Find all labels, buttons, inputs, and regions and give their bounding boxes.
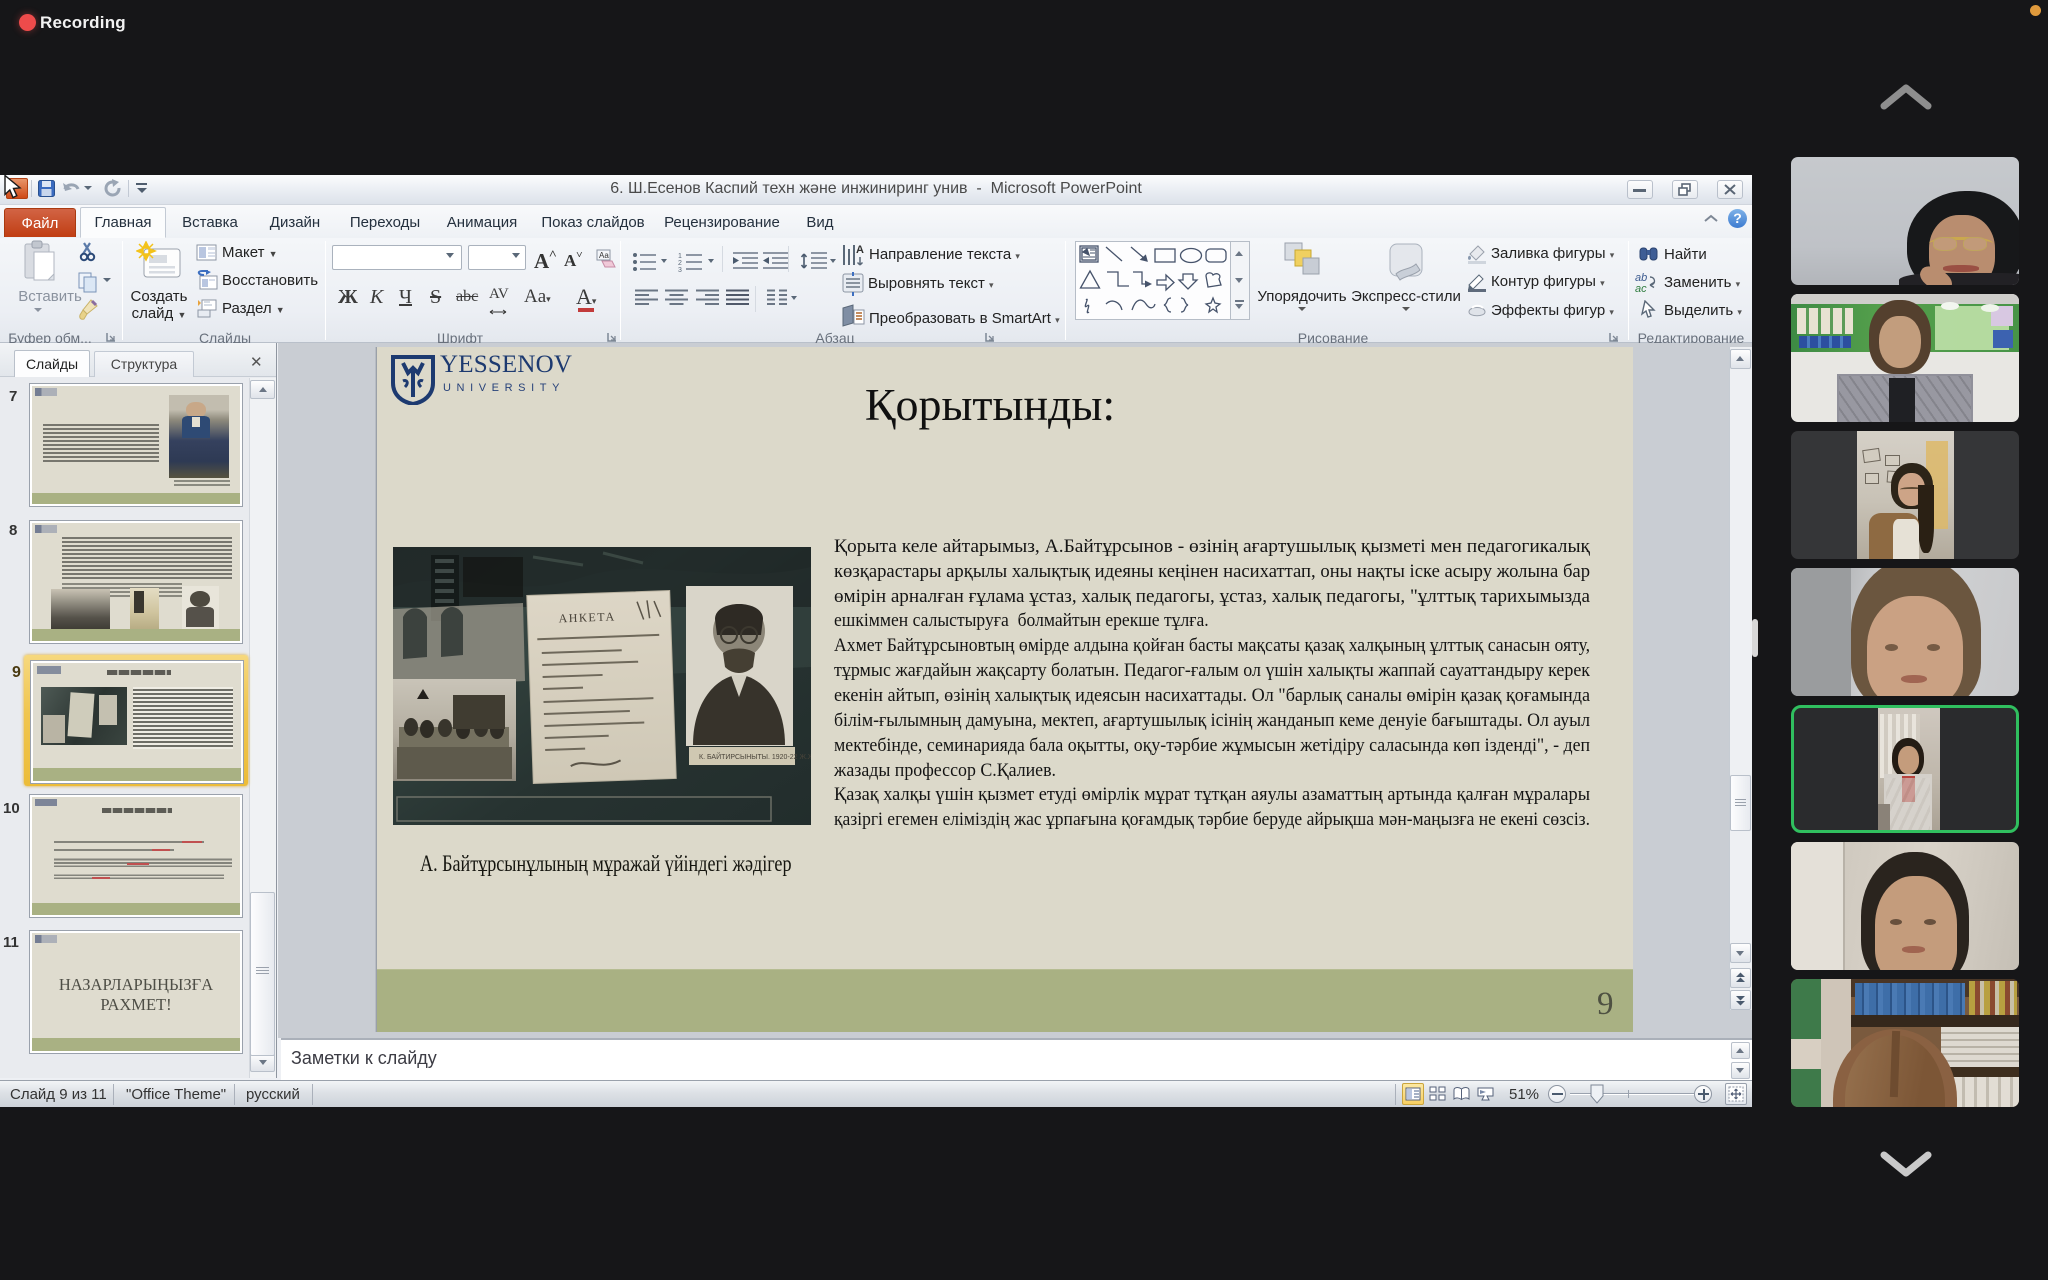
svg-text:2: 2	[678, 260, 682, 267]
svg-text:АНКЕТА: АНКЕТА	[558, 609, 616, 625]
svg-text:К. БАЙТИРСЫНЫТЫ. 1920-22 Ж.Ж.: К. БАЙТИРСЫНЫТЫ. 1920-22 Ж.Ж.	[699, 752, 811, 761]
svg-text:1: 1	[678, 253, 682, 260]
svg-text:Аа: Аа	[599, 251, 609, 260]
svg-text:ac: ac	[1635, 283, 1647, 293]
svg-text:3: 3	[678, 267, 682, 273]
svg-text:A: A	[856, 244, 864, 256]
